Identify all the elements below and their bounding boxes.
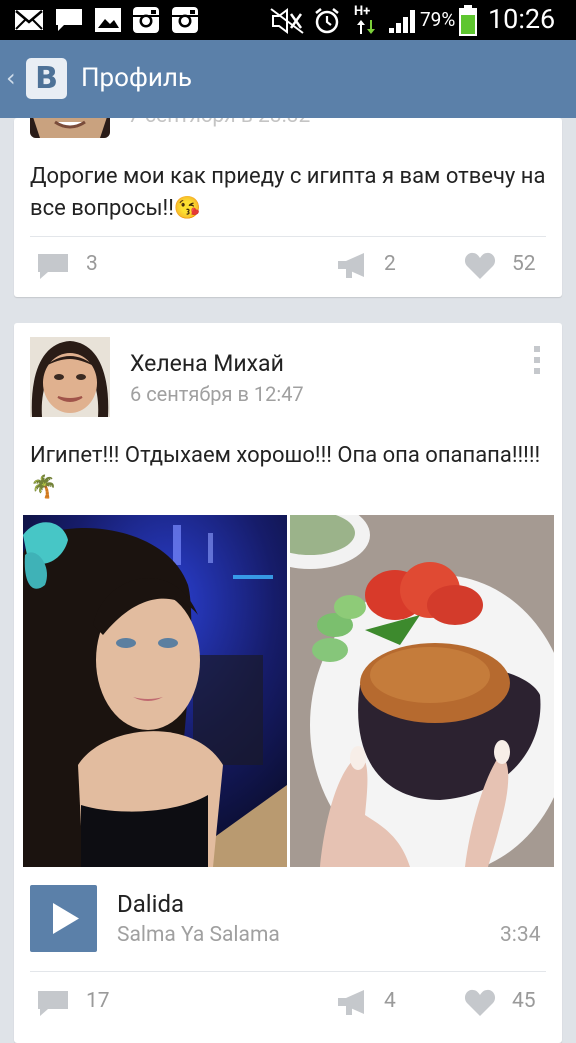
clock: 10:26 bbox=[488, 3, 556, 35]
divider bbox=[30, 971, 546, 972]
play-icon bbox=[53, 903, 79, 934]
audio-duration: 3:34 bbox=[500, 923, 541, 947]
alarm-icon bbox=[315, 8, 339, 34]
post-photo[interactable] bbox=[23, 515, 287, 867]
comments-button[interactable]: 17 bbox=[36, 985, 126, 1021]
heart-icon bbox=[464, 989, 496, 1016]
post-card: Хелена Михай 6 сентября в 12:47 Игипет!!… bbox=[14, 323, 562, 1043]
author-name[interactable]: Хелена Михай bbox=[130, 350, 284, 377]
comments-button[interactable]: 3 bbox=[36, 248, 116, 284]
likes-count: 52 bbox=[512, 252, 536, 276]
audio-title: Salma Ya Salama bbox=[117, 923, 280, 947]
battery-icon bbox=[459, 5, 477, 36]
network-type-label: H+ bbox=[354, 4, 371, 19]
mute-icon bbox=[270, 8, 304, 34]
reposts-count: 4 bbox=[384, 989, 396, 1013]
repost-button[interactable]: 2 bbox=[336, 248, 426, 284]
app-header: ‹ B Профиль bbox=[0, 40, 576, 118]
divider bbox=[30, 236, 546, 237]
post-date: 7 сентября в 23:32 bbox=[128, 118, 310, 128]
heart-icon bbox=[464, 252, 496, 279]
comment-icon bbox=[38, 991, 68, 1016]
audio-play-button[interactable] bbox=[30, 885, 97, 952]
data-arrows-icon bbox=[357, 20, 375, 34]
back-arrow-icon[interactable]: ‹ bbox=[6, 64, 16, 92]
status-bar: H+ 79% 10:26 bbox=[0, 0, 576, 40]
gallery-icon bbox=[95, 8, 121, 32]
battery-percent: 79% bbox=[420, 8, 456, 31]
post-card: 7 сентября в 23:32 Дорогие мои как приед… bbox=[14, 118, 562, 297]
reposts-count: 2 bbox=[384, 252, 396, 276]
post-date: 6 сентября в 12:47 bbox=[130, 382, 304, 406]
like-button[interactable]: 52 bbox=[464, 248, 554, 284]
signal-icon bbox=[389, 10, 415, 33]
megaphone-icon bbox=[338, 990, 364, 1015]
likes-count: 45 bbox=[512, 989, 536, 1013]
instagram-icon bbox=[172, 7, 198, 33]
post-text: Игипет!!! Отдыхаем хорошо!!! Опа опа опа… bbox=[30, 443, 541, 500]
comment-icon bbox=[38, 254, 68, 279]
instagram-icon bbox=[133, 7, 159, 33]
repost-button[interactable]: 4 bbox=[336, 985, 426, 1021]
more-options-icon[interactable] bbox=[532, 345, 542, 375]
audio-artist: Dalida bbox=[117, 890, 185, 918]
vk-logo[interactable]: B bbox=[26, 58, 67, 99]
post-photo[interactable] bbox=[290, 515, 554, 867]
megaphone-icon bbox=[338, 253, 364, 278]
comments-count: 17 bbox=[86, 989, 110, 1013]
avatar[interactable] bbox=[30, 118, 110, 138]
message-icon bbox=[56, 9, 82, 31]
like-button[interactable]: 45 bbox=[464, 985, 554, 1021]
page-title: Профиль bbox=[81, 63, 192, 93]
post-text: Дорогие мои как приеду с игипта я вам от… bbox=[30, 164, 546, 221]
comments-count: 3 bbox=[86, 252, 98, 276]
avatar[interactable] bbox=[30, 337, 110, 417]
email-icon bbox=[15, 10, 43, 30]
